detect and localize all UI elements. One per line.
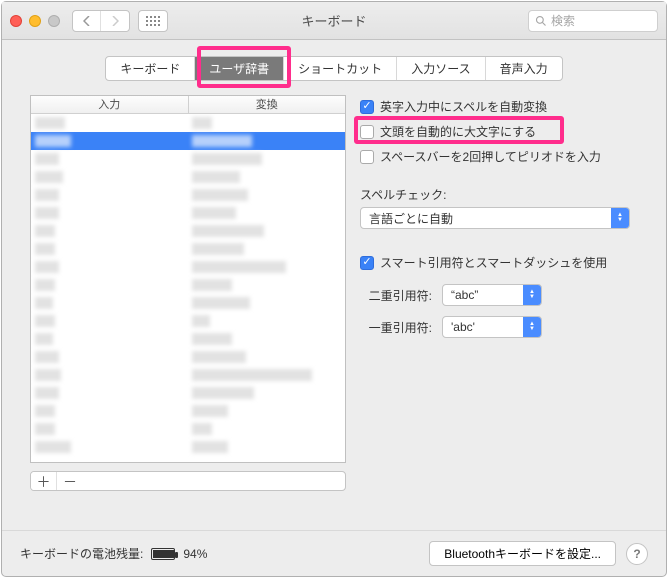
add-button[interactable]: ＋ [31,472,57,490]
table-row[interactable] [31,420,345,438]
chevron-updown-icon: ▲▼ [523,285,541,305]
check-auto-capitalize[interactable]: 文頭を自動的に大文字にする [360,120,648,143]
table-row[interactable] [31,330,345,348]
chevron-updown-icon: ▲▼ [523,317,541,337]
table-row[interactable] [31,150,345,168]
single-quote-select[interactable]: 'abc' ▲▼ [442,316,542,338]
table-row[interactable] [31,312,345,330]
table-row[interactable] [31,240,345,258]
content-area: 入力 変換 [2,95,666,530]
table-row[interactable] [31,366,345,384]
minimize-icon[interactable] [29,15,41,27]
checkbox-label: スマート引用符とスマートダッシュを使用 [380,254,607,271]
table-row[interactable] [31,204,345,222]
checkbox-label: 英字入力中にスペルを自動変換 [380,98,547,115]
col-input[interactable]: 入力 [31,96,189,113]
checkbox-label: 文頭を自動的に大文字にする [380,123,536,140]
search-input[interactable]: 検索 [528,10,658,32]
tab-keyboard[interactable]: キーボード [106,57,195,80]
table-row[interactable] [31,276,345,294]
select-value: 言語ごとに自動 [369,210,453,227]
double-quote-label: 二重引用符: [360,287,432,304]
battery-percent: 94% [183,547,207,561]
table-row[interactable] [31,222,345,240]
tab-user-dictionary[interactable]: ユーザ辞書 [195,57,284,80]
check-double-space-period[interactable]: スペースバーを2回押してピリオドを入力 [360,145,648,168]
tab-shortcuts[interactable]: ショートカット [284,57,397,80]
table-row[interactable] [31,186,345,204]
remove-button[interactable]: － [57,472,83,490]
checkbox-icon[interactable] [360,256,374,270]
table-row[interactable] [31,384,345,402]
checkbox-icon[interactable] [360,125,374,139]
keyboard-preferences-window: キーボード 検索 キーボード ユーザ辞書 ショートカット 入力ソース 音声入力 … [1,1,667,577]
help-button[interactable]: ? [626,543,648,565]
table-row[interactable] [31,348,345,366]
table-row[interactable] [31,132,345,150]
close-icon[interactable] [10,15,22,27]
dictionary-table: 入力 変換 [30,95,346,463]
checkbox-label: スペースバーを2回押してピリオドを入力 [380,148,601,165]
battery-label: キーボードの電池残量: [20,545,143,562]
tab-dictation[interactable]: 音声入力 [486,57,562,80]
table-row[interactable] [31,438,345,456]
add-remove-group: ＋ － [30,471,346,491]
footer: キーボードの電池残量: 94% Bluetoothキーボードを設定... ? [2,530,666,576]
zoom-icon [48,15,60,27]
checkbox-icon[interactable] [360,100,374,114]
dictionary-panel: 入力 変換 [30,95,346,530]
battery-icon [151,548,175,560]
table-header: 入力 変換 [31,96,345,114]
double-quote-row: 二重引用符: “abc” ▲▼ [360,284,648,306]
spellcheck-select[interactable]: 言語ごとに自動 ▲▼ [360,207,630,229]
show-all-button[interactable] [138,10,168,32]
window-controls [10,15,60,27]
search-placeholder: 検索 [551,12,575,29]
table-row[interactable] [31,294,345,312]
checkbox-icon[interactable] [360,150,374,164]
single-quote-label: 一重引用符: [360,319,432,336]
tab-bar: キーボード ユーザ辞書 ショートカット 入力ソース 音声入力 [2,40,666,95]
double-quote-select[interactable]: “abc” ▲▼ [442,284,542,306]
table-row[interactable] [31,114,345,132]
search-icon [535,15,547,27]
select-value: 'abc' [451,320,475,334]
nav-back-button[interactable] [73,11,101,31]
col-replace[interactable]: 変換 [189,96,346,113]
chevron-updown-icon: ▲▼ [611,208,629,228]
single-quote-row: 一重引用符: 'abc' ▲▼ [360,316,648,338]
check-auto-spell-convert[interactable]: 英字入力中にスペルを自動変換 [360,95,648,118]
spellcheck-label: スペルチェック: [360,186,648,203]
nav-forward-button[interactable] [101,11,129,31]
tab-input-sources[interactable]: 入力ソース [397,57,485,80]
table-row[interactable] [31,168,345,186]
select-value: “abc” [451,288,478,302]
check-smart-quotes[interactable]: スマート引用符とスマートダッシュを使用 [360,251,648,274]
table-row[interactable] [31,402,345,420]
table-row[interactable] [31,258,345,276]
titlebar: キーボード 検索 [2,2,666,40]
table-body[interactable] [31,114,345,462]
nav-back-forward [72,10,130,32]
bluetooth-setup-button[interactable]: Bluetoothキーボードを設定... [429,541,616,566]
options-panel: 英字入力中にスペルを自動変換 文頭を自動的に大文字にする スペースバーを2回押し… [360,95,648,530]
